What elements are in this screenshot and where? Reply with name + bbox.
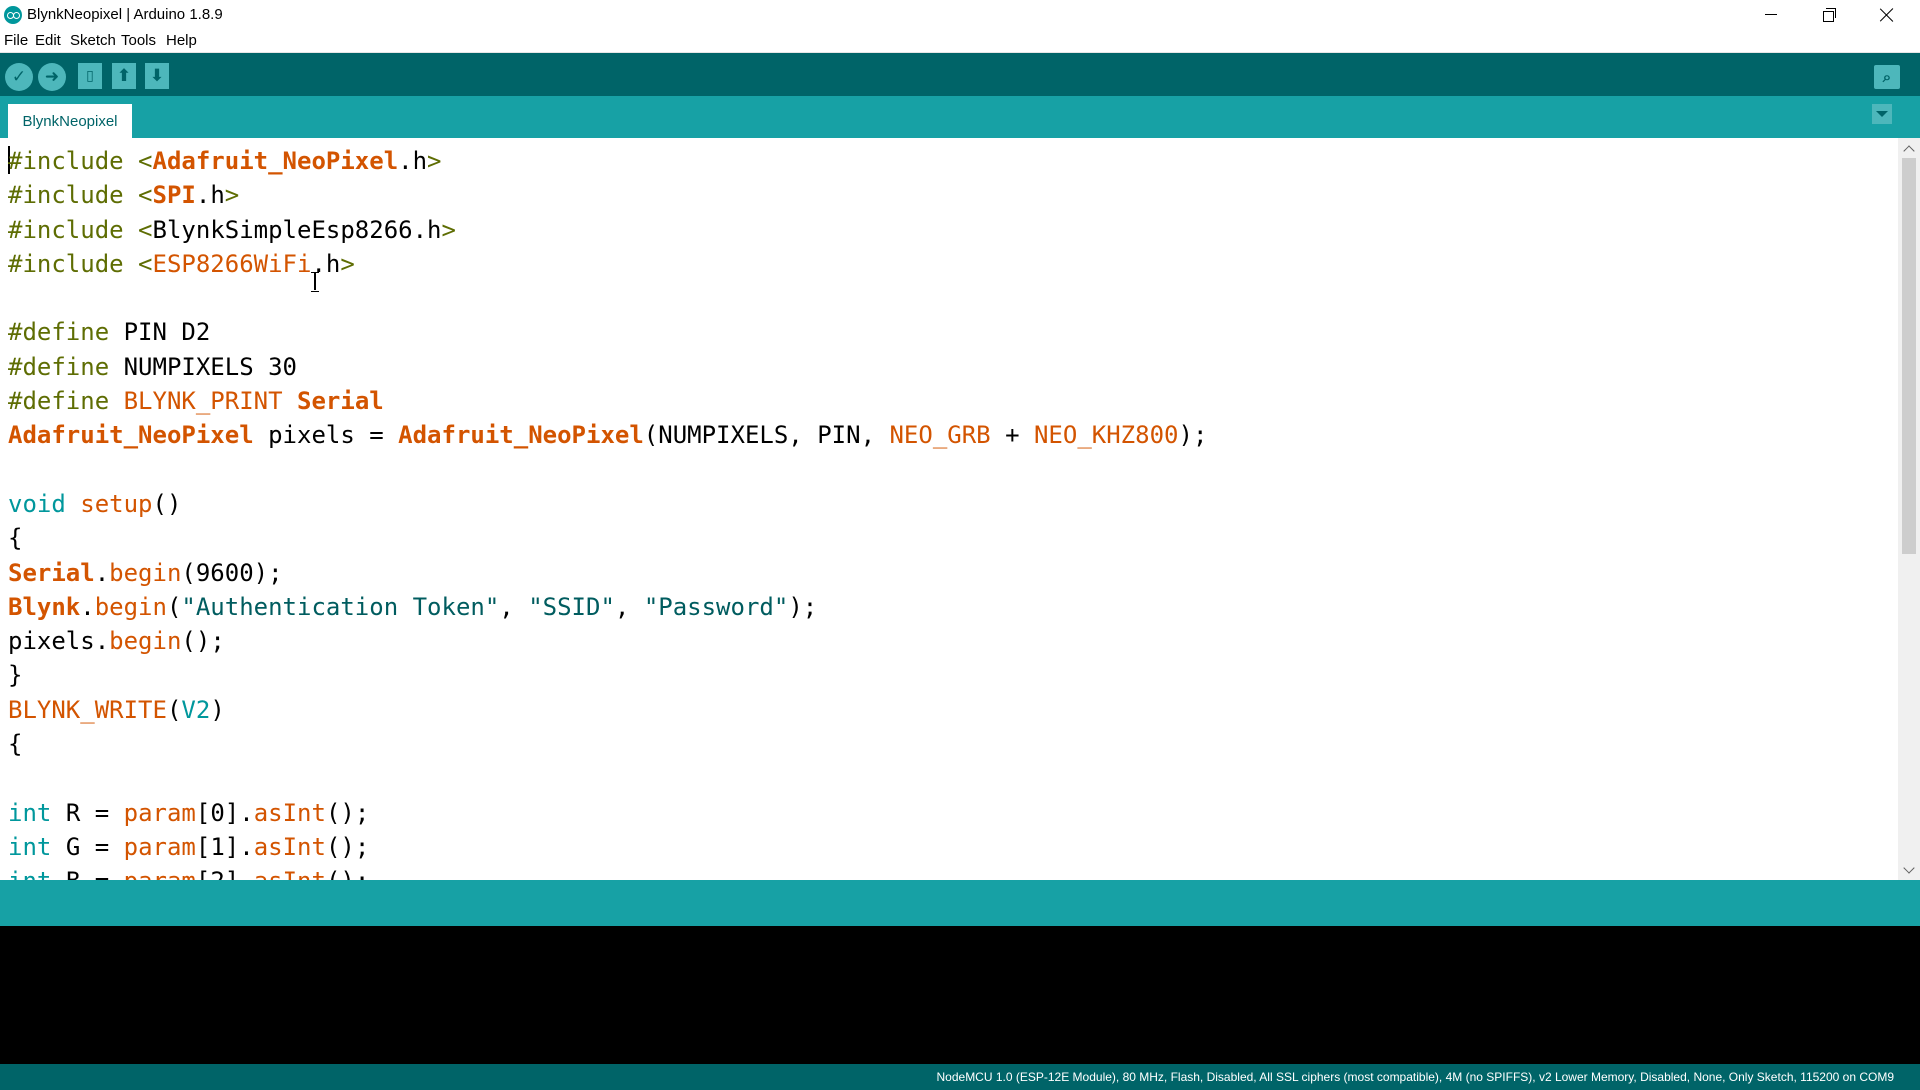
- minimize-button[interactable]: [1742, 0, 1800, 29]
- verify-button[interactable]: ✓: [5, 63, 33, 91]
- restore-button[interactable]: [1800, 0, 1858, 29]
- upload-button[interactable]: ➜: [38, 63, 66, 91]
- code-line: #include <BlynkSimpleEsp8266.h>: [8, 215, 456, 244]
- board-info-bar: NodeMCU 1.0 (ESP-12E Module), 80 MHz, Fl…: [0, 1064, 1920, 1090]
- code-line: #include <ESP8266WiFi.h>: [8, 249, 355, 278]
- code-line: #define PIN D2: [8, 318, 211, 347]
- open-icon: ⬆: [116, 65, 132, 86]
- menu-help[interactable]: Help: [166, 32, 197, 49]
- verify-icon: ✓: [11, 66, 27, 87]
- status-bar: [0, 880, 1920, 926]
- close-icon: [1880, 8, 1894, 22]
- new-icon: ▯: [86, 68, 94, 84]
- toolbar: ✓ ➜ ▯ ⬆ ⬇ ⌕: [0, 53, 1920, 96]
- arduino-logo-icon: [4, 6, 22, 24]
- new-button[interactable]: ▯: [78, 63, 102, 89]
- menu-sketch[interactable]: Sketch: [70, 32, 116, 49]
- code-line: #include <SPI.h>: [8, 181, 240, 210]
- code-line: int R = param[0].asInt();: [8, 798, 370, 827]
- menu-tools[interactable]: Tools: [121, 32, 156, 49]
- code-line: Blynk.begin("Authentication Token", "SSI…: [8, 592, 818, 621]
- editor-scrollbar[interactable]: [1898, 138, 1920, 880]
- code-line: int B = param[2].asInt();: [8, 864, 1207, 880]
- code-line: void setup(): [8, 489, 182, 518]
- serial-monitor-button[interactable]: ⌕: [1874, 65, 1900, 89]
- console-output: [0, 926, 1920, 1064]
- menu-bar: File Edit Sketch Tools Help: [0, 29, 1920, 53]
- code-line: {: [8, 730, 23, 759]
- code-line: int G = param[1].asInt();: [8, 832, 370, 861]
- tab-bar: BlynkNeopixel: [0, 96, 1920, 138]
- code-line: #define BLYNK_PRINT Serial: [8, 387, 384, 416]
- menu-file[interactable]: File: [4, 32, 28, 49]
- code-line: {: [8, 524, 23, 553]
- code-line: Adafruit_NeoPixel pixels = Adafruit_NeoP…: [8, 421, 1208, 450]
- ibeam-cursor-icon: [311, 272, 319, 292]
- code-lines: #include <Adafruit_NeoPixel.h> #include <…: [8, 144, 1207, 880]
- restore-icon: [1822, 8, 1836, 22]
- board-info: NodeMCU 1.0 (ESP-12E Module), 80 MHz, Fl…: [936, 1070, 1895, 1084]
- magnifier-icon: ⌕: [1882, 67, 1892, 86]
- code-line: pixels.begin();: [8, 627, 225, 656]
- window-title: BlynkNeopixel | Arduino 1.8.9: [27, 6, 223, 23]
- save-button[interactable]: ⬇: [145, 63, 169, 89]
- code-line: BLYNK_WRITE(V2): [8, 695, 225, 724]
- tab-menu-button[interactable]: [1872, 104, 1892, 124]
- open-button[interactable]: ⬆: [112, 63, 136, 89]
- tab-blynkneopixel[interactable]: BlynkNeopixel: [8, 104, 132, 138]
- scroll-up-button[interactable]: [1898, 138, 1920, 158]
- save-icon: ⬇: [149, 65, 165, 86]
- code-line: #define NUMPIXELS 30: [8, 352, 298, 381]
- close-button[interactable]: [1858, 0, 1916, 29]
- scroll-down-button[interactable]: [1898, 860, 1920, 880]
- upload-icon: ➜: [44, 66, 60, 87]
- title-bar: BlynkNeopixel | Arduino 1.8.9: [0, 0, 1920, 29]
- minimize-icon: [1765, 14, 1777, 15]
- code-line: }: [8, 661, 23, 690]
- code-line: #include <Adafruit_NeoPixel.h>: [8, 147, 442, 175]
- code-line: Serial.begin(9600);: [8, 558, 283, 587]
- code-editor[interactable]: #include <Adafruit_NeoPixel.h> #include <…: [0, 138, 1898, 880]
- menu-edit[interactable]: Edit: [35, 32, 61, 49]
- scroll-thumb[interactable]: [1902, 158, 1916, 554]
